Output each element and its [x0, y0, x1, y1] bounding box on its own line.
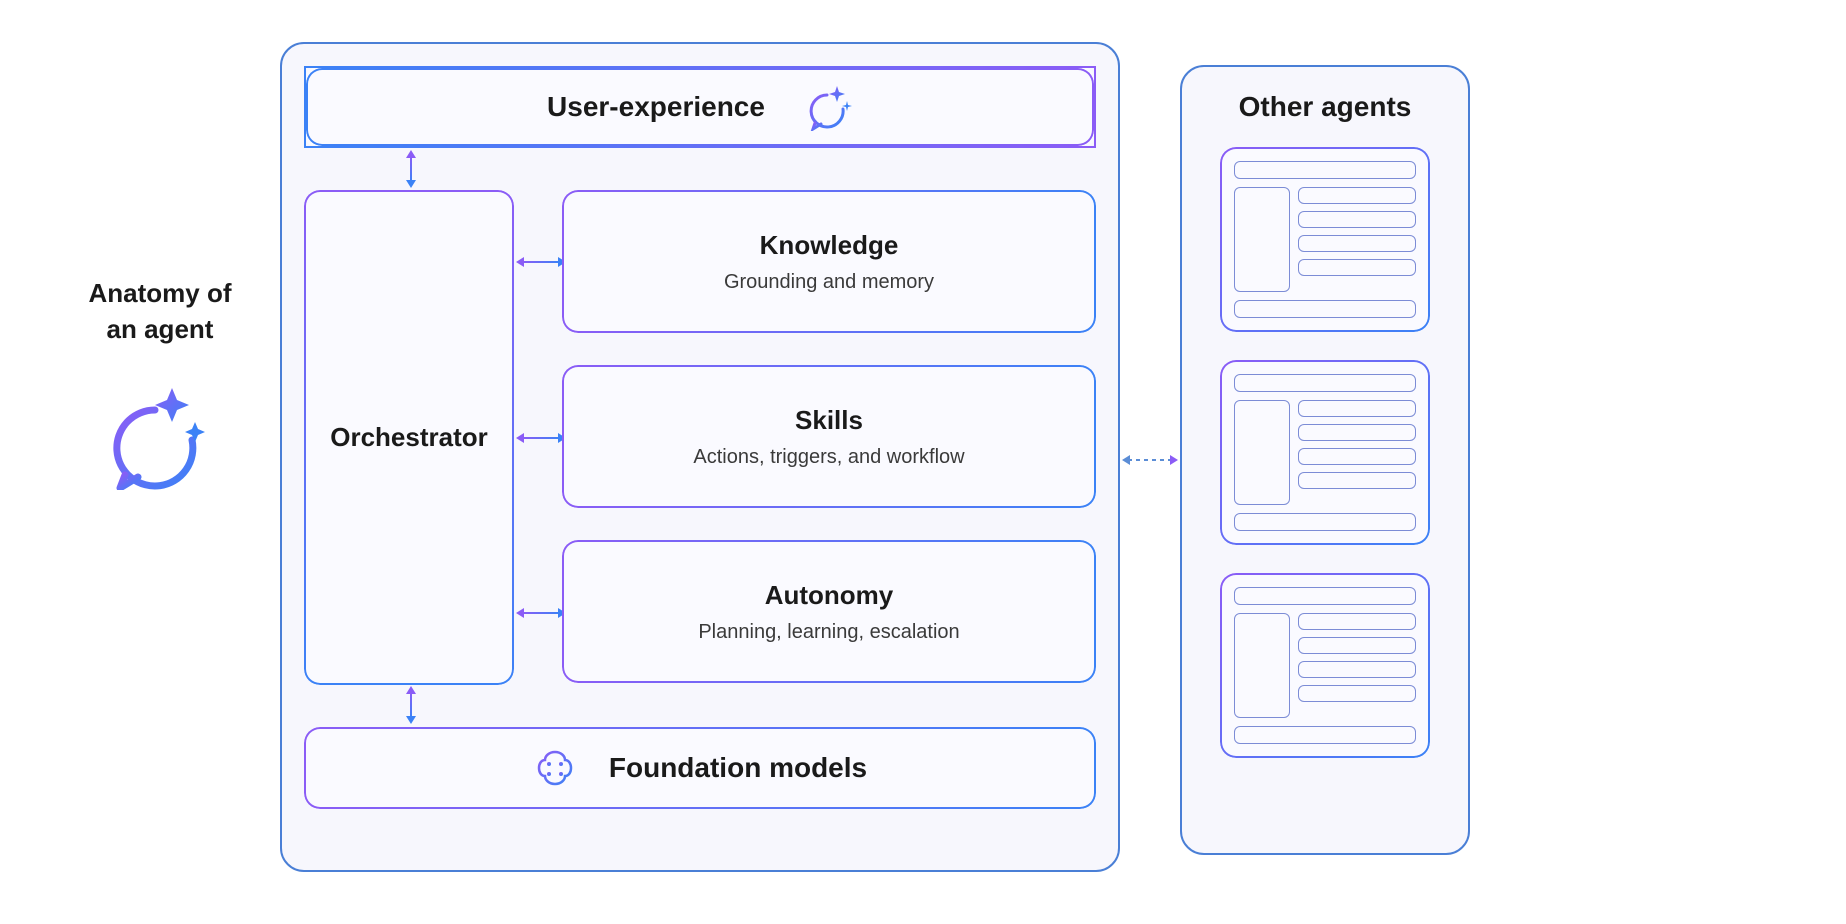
skills-box: Skills Actions, triggers, and workflow — [562, 365, 1096, 508]
agent-card-placeholder — [1234, 374, 1416, 392]
user-experience-box: User-experience — [304, 66, 1096, 148]
agent-card-right — [1298, 400, 1416, 505]
orchestrator-knowledge-arrow — [522, 261, 560, 263]
title-line-2: an agent — [107, 314, 214, 344]
agent-card-body — [1234, 613, 1416, 718]
autonomy-box: Autonomy Planning, learning, escalation — [562, 540, 1096, 683]
agent-card-placeholder — [1298, 187, 1416, 204]
orchestrator-label: Orchestrator — [330, 422, 488, 453]
agent-card-placeholder — [1298, 235, 1416, 252]
agent-card-placeholder — [1234, 613, 1290, 718]
agent-card-placeholder — [1234, 187, 1290, 292]
main-other-agents-arrow — [1128, 459, 1172, 461]
agent-card-placeholder — [1298, 400, 1416, 417]
other-agents-container: Other agents — [1180, 65, 1470, 855]
agent-card-placeholder — [1234, 400, 1290, 505]
agent-card-placeholder — [1234, 513, 1416, 531]
agent-card-placeholder — [1298, 685, 1416, 702]
foundation-models-label: Foundation models — [609, 752, 867, 784]
skills-title: Skills — [795, 405, 863, 436]
knowledge-box: Knowledge Grounding and memory — [562, 190, 1096, 333]
agent-card-placeholder — [1234, 300, 1416, 318]
agent-card-placeholder — [1234, 587, 1416, 605]
chat-sparkle-icon — [805, 83, 853, 131]
agent-card-placeholder — [1298, 211, 1416, 228]
agent-card-1 — [1220, 147, 1430, 332]
orchestrator-foundation-arrow — [410, 692, 412, 718]
agent-card-placeholder — [1298, 448, 1416, 465]
agent-card-placeholder — [1298, 661, 1416, 678]
agent-card-body — [1234, 187, 1416, 292]
agent-card-right — [1298, 613, 1416, 718]
agent-card-placeholder — [1234, 161, 1416, 179]
skills-subtitle: Actions, triggers, and workflow — [693, 446, 964, 469]
orchestrator-box: Orchestrator — [304, 190, 514, 685]
agent-card-2 — [1220, 360, 1430, 545]
agent-card-placeholder — [1298, 472, 1416, 489]
agent-card-placeholder — [1298, 424, 1416, 441]
orchestrator-autonomy-arrow — [522, 612, 560, 614]
agent-card-body — [1234, 400, 1416, 505]
user-experience-label: User-experience — [547, 91, 765, 123]
title-line-1: Anatomy of — [89, 278, 232, 308]
agent-card-placeholder — [1234, 726, 1416, 744]
agent-card-placeholder — [1298, 637, 1416, 654]
knowledge-title: Knowledge — [760, 230, 899, 261]
agent-card-placeholder — [1298, 613, 1416, 630]
middle-row: Orchestrator Knowledge Grounding and mem… — [304, 190, 1096, 685]
capabilities-column: Knowledge Grounding and memory Skills Ac… — [562, 190, 1096, 685]
agent-card-right — [1298, 187, 1416, 292]
knowledge-subtitle: Grounding and memory — [724, 271, 934, 294]
other-agents-title: Other agents — [1239, 91, 1412, 123]
foundation-models-box: Foundation models — [304, 727, 1096, 809]
agent-card-3 — [1220, 573, 1430, 758]
autonomy-subtitle: Planning, learning, escalation — [698, 621, 959, 644]
autonomy-title: Autonomy — [765, 580, 894, 611]
ux-orchestrator-arrow — [410, 156, 412, 182]
orchestrator-skills-arrow — [522, 437, 560, 439]
sparkle-chat-icon — [100, 380, 210, 490]
agent-card-placeholder — [1298, 259, 1416, 276]
brain-icon — [533, 746, 577, 790]
diagram-title: Anatomy of an agent — [60, 275, 260, 348]
agent-anatomy-container: User-experience Orchestrator — [280, 42, 1120, 872]
